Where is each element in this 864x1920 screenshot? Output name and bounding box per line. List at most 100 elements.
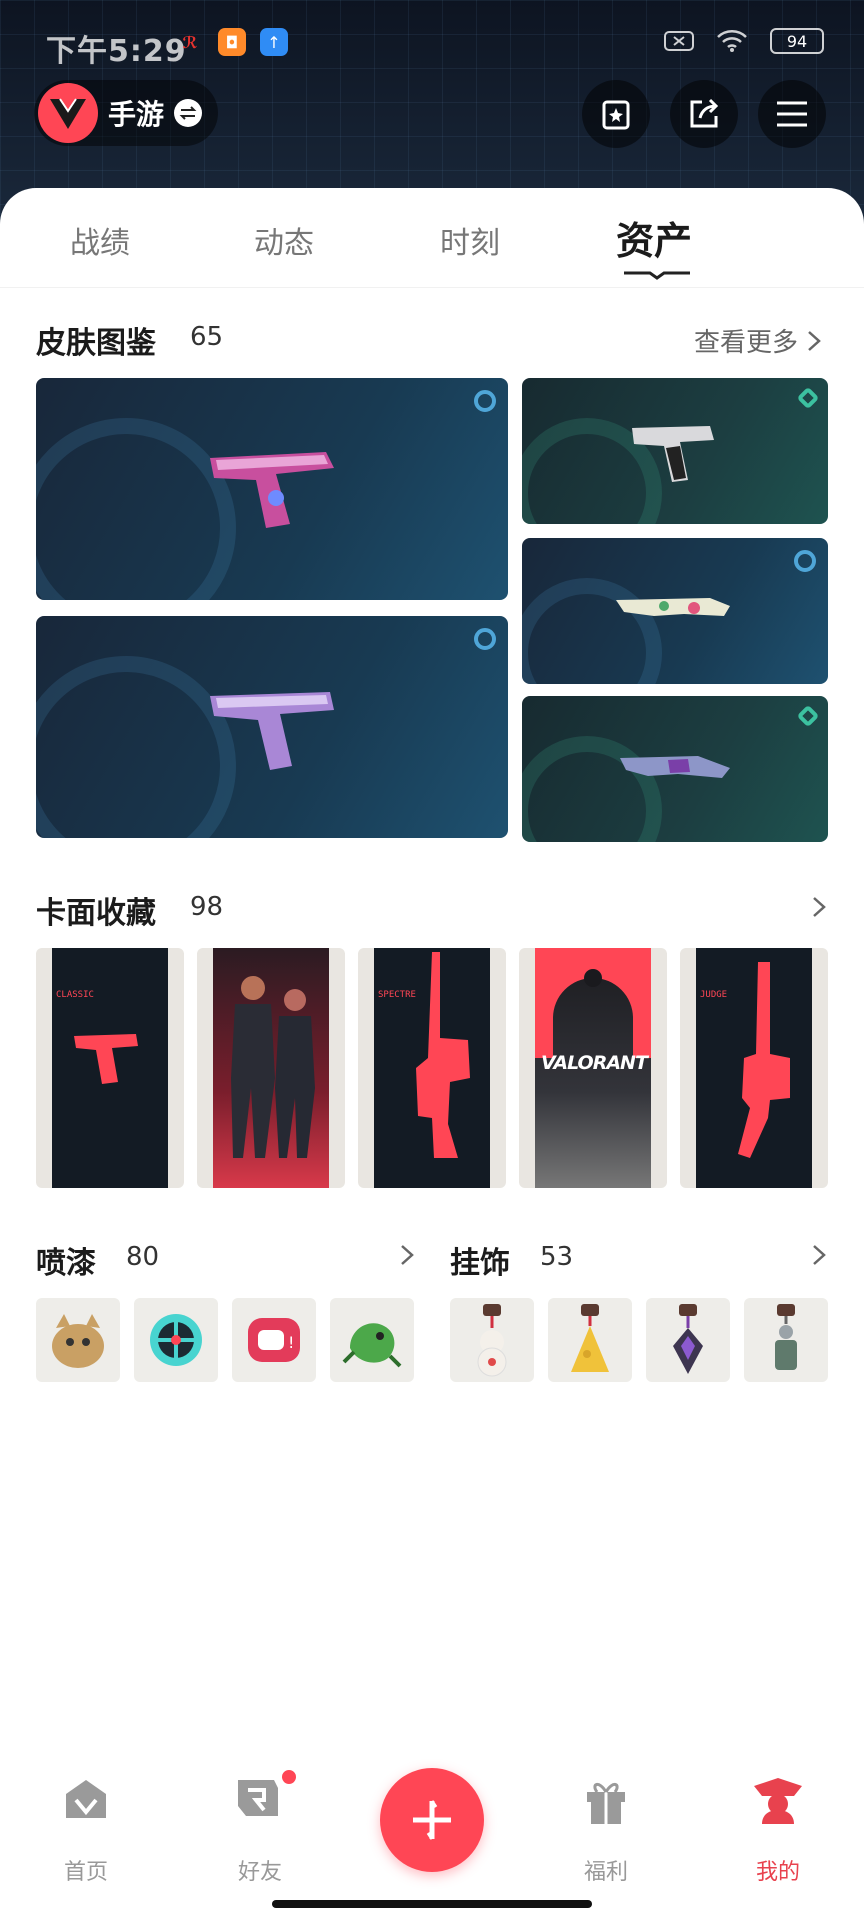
active-tab-indicator — [624, 271, 690, 280]
friends-notification-dot — [280, 1768, 298, 1786]
player-card[interactable]: CLASSIC — [36, 948, 184, 1188]
gift-icon — [587, 1783, 625, 1824]
nav-welfare[interactable]: 福利 — [546, 1776, 666, 1885]
chevron-right-icon[interactable] — [808, 896, 830, 918]
shotgun-skin-icon — [616, 598, 730, 616]
app-header: 手游 — [0, 78, 864, 148]
cat-spray-icon — [52, 1314, 104, 1368]
sprays-section-title: 喷漆 — [36, 1246, 96, 1281]
skin-card[interactable] — [36, 616, 508, 838]
tab-bar: 战绩 动态 时刻 资产 — [0, 188, 864, 288]
target-spray-icon — [150, 1314, 202, 1366]
bottom-navigation: 首页 好友 福利 我的 — [0, 1752, 864, 1920]
status-time: 下午5:29 — [46, 34, 187, 69]
tab-record[interactable]: 战绩 — [70, 218, 130, 262]
smg-card-icon — [416, 952, 470, 1158]
skins-section-title: 皮肤图鉴 — [36, 326, 156, 361]
nav-home-label: 首页 — [63, 1860, 108, 1885]
skin-rarity-badge — [794, 550, 816, 572]
shotgun-card-icon — [738, 962, 790, 1158]
skin-card[interactable] — [36, 378, 508, 600]
nav-friends[interactable]: 好友 — [200, 1768, 320, 1885]
skin-rarity-badge — [796, 704, 820, 728]
cheese-charm-icon — [571, 1304, 609, 1372]
nav-friends-label: 好友 — [237, 1860, 282, 1885]
player-card[interactable]: SPECTRE — [358, 948, 506, 1188]
player-card[interactable]: VALORANT — [519, 948, 667, 1188]
main-content: 战绩 动态 时刻 资产 皮肤图鉴 65 查看更多 卡面收藏 98 CLASSIC… — [0, 188, 864, 1920]
nav-welfare-label: 福利 — [583, 1860, 628, 1885]
card-logo-text: VALORANT — [541, 1052, 648, 1074]
sim-icon — [664, 28, 694, 54]
plus-icon — [413, 1800, 451, 1840]
spray-item[interactable] — [330, 1298, 414, 1382]
wifi-icon — [716, 28, 748, 54]
charm-item[interactable] — [744, 1298, 828, 1382]
charm-item[interactable] — [450, 1298, 534, 1382]
swap-icon — [174, 99, 203, 127]
tab-activity[interactable]: 动态 — [254, 218, 314, 262]
battery-indicator: 94 — [770, 28, 824, 54]
charms-section-title: 挂饰 — [450, 1246, 510, 1281]
friends-icon — [238, 1780, 278, 1816]
pistol-skin-icon — [632, 426, 714, 482]
add-button[interactable] — [380, 1768, 484, 1872]
charms-count: 53 — [540, 1242, 574, 1272]
skin-rarity-badge — [474, 628, 496, 650]
sprays-count: 80 — [126, 1242, 160, 1272]
status-notification-icons: ℛ ◘ ↑ — [176, 28, 288, 56]
cards-section-title: 卡面收藏 — [36, 896, 156, 931]
player-card[interactable] — [197, 948, 345, 1188]
skin-rarity-badge — [474, 390, 496, 412]
menu-icon — [777, 101, 807, 127]
spray-item[interactable]: ! — [232, 1298, 316, 1382]
cards-count: 98 — [190, 892, 224, 922]
menu-button[interactable] — [758, 80, 826, 148]
nav-home[interactable]: 首页 — [26, 1776, 146, 1885]
view-more-label: 查看更多 — [694, 328, 799, 358]
game-switcher[interactable]: 手游 — [34, 80, 219, 146]
pistol-skin-icon — [210, 692, 334, 770]
skin-card[interactable] — [522, 378, 828, 524]
share-button[interactable] — [670, 80, 738, 148]
agents-card-art-icon — [231, 976, 315, 1158]
tab-assets[interactable]: 资产 — [616, 210, 692, 265]
upload-notification-icon: ↑ — [260, 28, 288, 56]
skins-count: 65 — [190, 322, 224, 352]
pistol-card-icon — [74, 1034, 138, 1084]
figure-charm-icon — [775, 1304, 797, 1370]
shop-notification-icon: ◘ — [218, 28, 246, 56]
pistol-skin-icon — [210, 452, 334, 528]
share-icon — [690, 98, 719, 128]
home-icon — [66, 1780, 106, 1818]
player-card[interactable]: JUDGE — [680, 948, 828, 1188]
skin-card[interactable] — [522, 696, 828, 842]
profile-icon — [754, 1778, 802, 1824]
valorant-arch-icon — [535, 948, 651, 1058]
home-indicator — [272, 1900, 592, 1908]
chevron-right-icon — [808, 330, 821, 351]
tab-moments[interactable]: 时刻 — [440, 218, 500, 262]
creature-spray-icon — [342, 1323, 402, 1368]
fist-spray-icon: ! — [248, 1318, 300, 1362]
charm-item[interactable] — [646, 1298, 730, 1382]
game-name: 手游 — [108, 98, 165, 131]
cat-charm-icon — [477, 1304, 507, 1377]
chevron-right-icon[interactable] — [808, 1244, 830, 1266]
game-logo-icon — [38, 83, 98, 143]
nav-mine-label: 我的 — [755, 1860, 800, 1885]
magic-card-icon — [602, 100, 630, 130]
skin-card[interactable] — [522, 538, 828, 684]
spray-item[interactable] — [36, 1298, 120, 1382]
spray-item[interactable] — [134, 1298, 218, 1382]
nav-mine[interactable]: 我的 — [718, 1776, 838, 1885]
status-bar: 下午5:29 ℛ ◘ ↑ 94 — [0, 0, 864, 80]
charm-item[interactable] — [548, 1298, 632, 1382]
status-system-icons: 94 — [664, 28, 824, 54]
card-label: CLASSIC — [56, 990, 94, 1000]
chevron-right-icon[interactable] — [396, 1244, 418, 1266]
magic-card-button[interactable] — [582, 80, 650, 148]
skins-view-more[interactable]: 查看更多 — [694, 322, 824, 359]
app-notification-icon: ℛ — [182, 32, 198, 52]
crystal-charm-icon — [673, 1304, 703, 1374]
